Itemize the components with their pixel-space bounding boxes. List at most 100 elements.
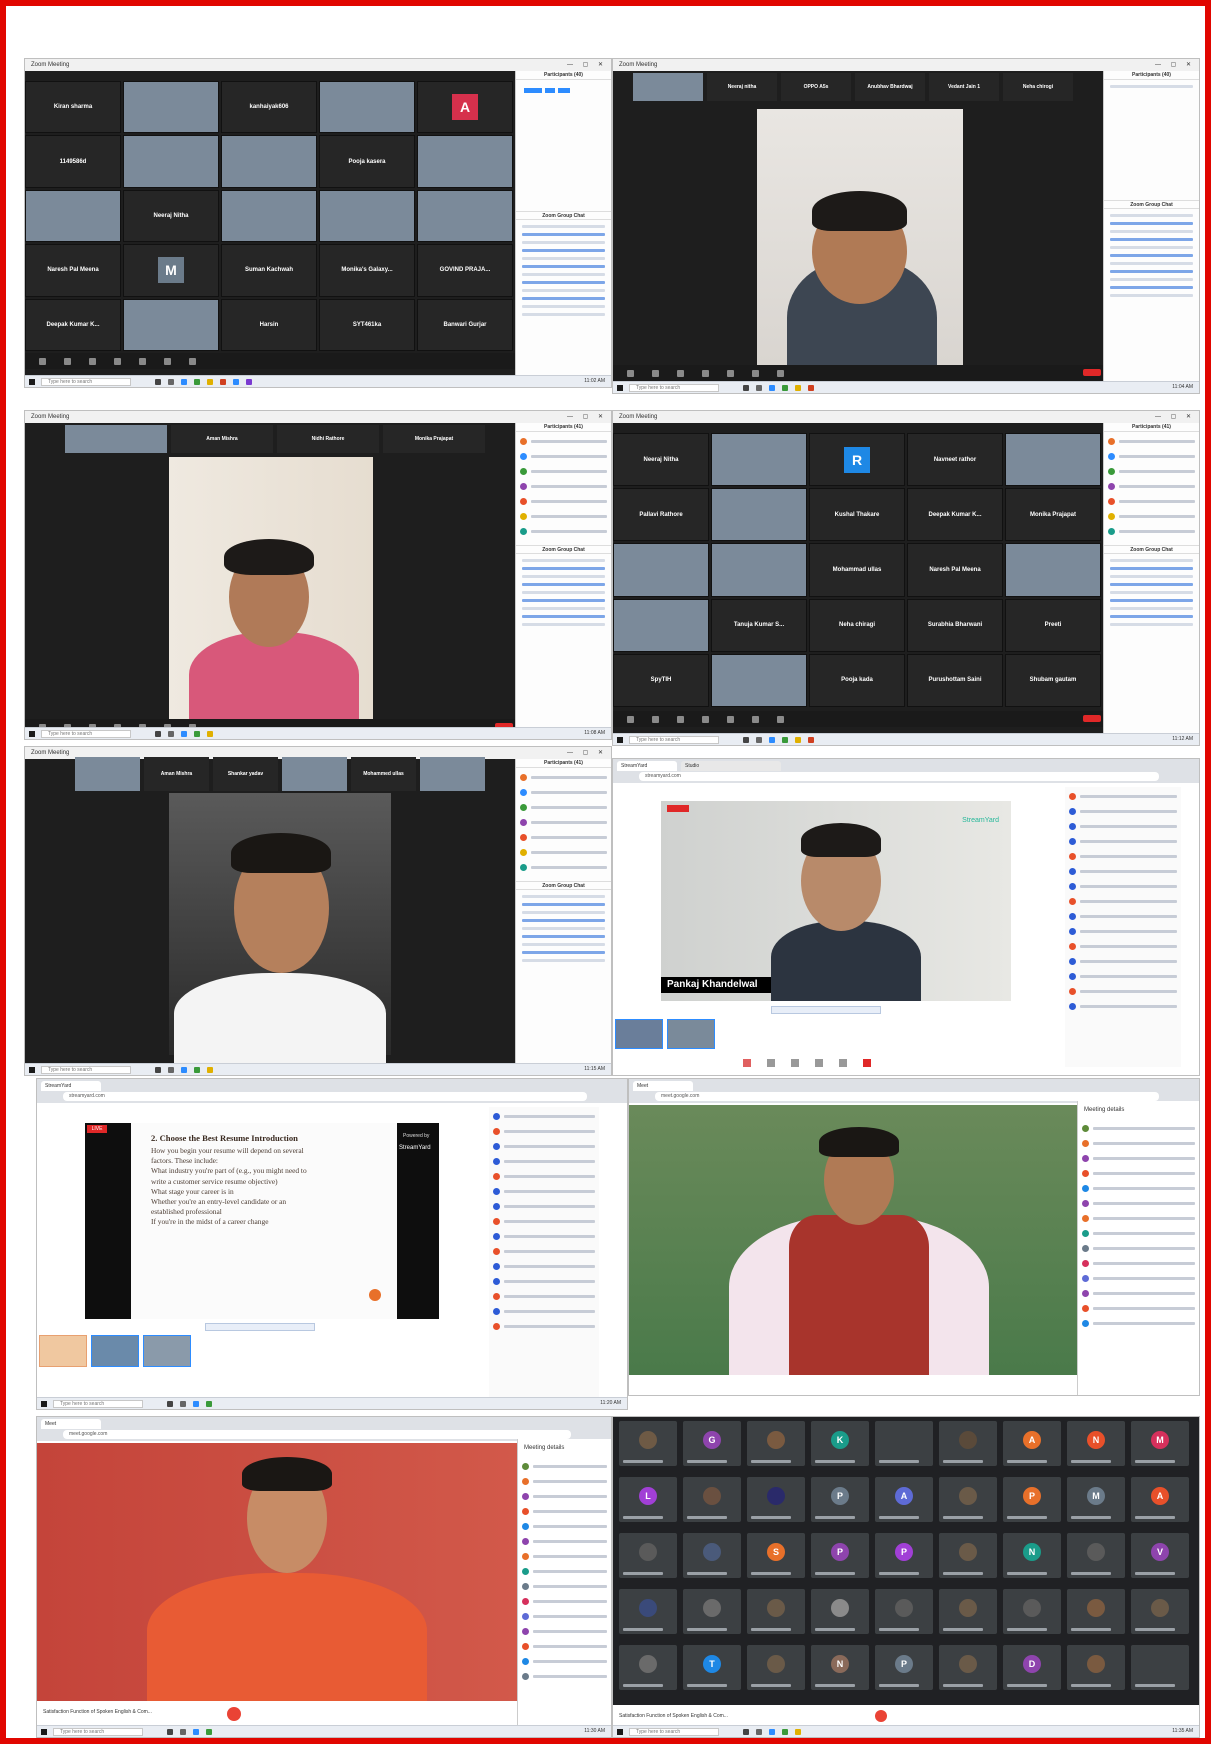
participant-video-tile[interactable] [1005, 433, 1101, 487]
meet-participant-tile[interactable] [1067, 1589, 1125, 1634]
meet-participant-tile[interactable] [1067, 1533, 1125, 1578]
taskbar-search[interactable]: Type here to search [41, 730, 131, 738]
meet-participant-tile[interactable] [939, 1421, 997, 1466]
participant-tile[interactable]: Monika Prajapat [1005, 488, 1101, 542]
strip-participant-name[interactable]: Neeraj nitha [707, 73, 777, 101]
participant-tile[interactable]: Tanuja Kumar S... [711, 598, 807, 652]
meet-participant-tile[interactable] [747, 1589, 805, 1634]
strip-participant-name[interactable]: Aman Mishra [171, 425, 273, 453]
meet-participant-tile[interactable] [747, 1477, 805, 1522]
strip-participant-name[interactable]: Aman Mishra [144, 757, 209, 791]
meet-participant-tile[interactable] [619, 1645, 677, 1690]
participant-tile[interactable]: Navneet rathor [907, 433, 1003, 487]
taskbar-search[interactable]: Type here to search [41, 378, 131, 386]
participant-tile[interactable]: Mohammad ullas [809, 543, 905, 597]
participant-tile[interactable]: Neha chiragi [809, 598, 905, 652]
participant-video-tile[interactable] [1005, 543, 1101, 597]
participant-tile[interactable]: Pooja kada [809, 653, 905, 707]
participant-tile[interactable]: Suman Kachwah [221, 244, 317, 297]
participant-tile[interactable]: M [123, 244, 219, 297]
meet-participant-tile[interactable]: P [1003, 1477, 1061, 1522]
participant-tile[interactable]: Preeti [1005, 598, 1101, 652]
taskbar-search[interactable]: Type here to search [629, 384, 719, 392]
participant-video-tile[interactable] [123, 81, 219, 134]
meet-participant-tile[interactable]: A [1003, 1421, 1061, 1466]
leave-call-button[interactable] [227, 1707, 241, 1721]
meet-participant-tile[interactable] [1003, 1589, 1061, 1634]
meet-participant-tile[interactable]: G [683, 1421, 741, 1466]
participant-tile[interactable]: Kiran sharma [25, 81, 121, 134]
meet-participant-tile[interactable] [939, 1477, 997, 1522]
participant-video-tile[interactable] [613, 598, 709, 652]
strip-participant-name[interactable]: Vedant Jain 1 [929, 73, 999, 101]
strip-participant-name[interactable]: Anubhav Bhardwaj [855, 73, 925, 101]
participant-tile[interactable]: R [809, 433, 905, 487]
meet-participant-tile[interactable]: T [683, 1645, 741, 1690]
strip-participant-name[interactable]: Monika Prajapat [383, 425, 485, 453]
meet-participant-tile[interactable] [747, 1421, 805, 1466]
strip-participant-name[interactable]: Mohammed ullas [351, 757, 416, 791]
meet-participant-tile[interactable]: L [619, 1477, 677, 1522]
participant-video-tile[interactable] [711, 543, 807, 597]
participant-video-tile[interactable] [221, 135, 317, 188]
address-bar[interactable]: meet.google.com [63, 1430, 571, 1439]
taskbar-search[interactable]: Type here to search [629, 1728, 719, 1736]
strip-participant-video[interactable] [75, 757, 140, 791]
participant-tile[interactable]: Monika's Galaxy... [319, 244, 415, 297]
participant-tile[interactable]: Neeraj Nitha [123, 189, 219, 243]
meet-participant-tile[interactable] [1131, 1589, 1189, 1634]
strip-participant-name[interactable]: Neha chirogi [1003, 73, 1073, 101]
meet-participant-tile[interactable] [683, 1477, 741, 1522]
address-bar[interactable]: meet.google.com [655, 1092, 1159, 1101]
taskbar-search[interactable]: Type here to search [629, 736, 719, 744]
meet-participant-tile[interactable]: M [1131, 1421, 1189, 1466]
participant-tile[interactable]: Shubam gautam [1005, 653, 1101, 707]
participant-tile[interactable]: Deepak Kumar K... [907, 488, 1003, 542]
meet-participant-tile[interactable]: P [811, 1533, 869, 1578]
strip-participant-name[interactable]: Shankar yadav [213, 757, 278, 791]
participant-tile[interactable]: Naresh Pal Meena [907, 543, 1003, 597]
meet-participant-tile[interactable]: N [1003, 1533, 1061, 1578]
meet-participant-tile[interactable] [683, 1533, 741, 1578]
participant-tile[interactable]: Surabhia Bharwani [907, 598, 1003, 652]
meet-participant-tile[interactable] [619, 1533, 677, 1578]
participant-tile[interactable]: SpyTIH [613, 653, 709, 707]
participant-video-tile[interactable] [319, 81, 415, 134]
participant-tile[interactable]: GOVIND PRAJA... [417, 244, 513, 297]
participant-video-tile[interactable] [25, 189, 121, 243]
strip-participant-video[interactable] [633, 73, 703, 101]
participant-tile[interactable]: 1149586d [25, 135, 121, 188]
meet-participant-tile[interactable]: N [1067, 1421, 1125, 1466]
meet-participant-tile[interactable] [939, 1533, 997, 1578]
leave-call-button[interactable] [875, 1710, 887, 1722]
participant-tile[interactable]: Kushal Thakare [809, 488, 905, 542]
taskbar-search[interactable]: Type here to search [41, 1066, 131, 1074]
taskbar-search[interactable]: Type here to search [53, 1728, 143, 1736]
meet-participant-tile[interactable]: P [811, 1477, 869, 1522]
meet-participant-tile[interactable] [619, 1421, 677, 1466]
end-meeting-button[interactable] [1083, 715, 1101, 722]
meet-participant-tile[interactable]: A [1131, 1477, 1189, 1522]
participant-tile[interactable]: SYT461ka [319, 298, 415, 351]
meet-participant-tile[interactable] [619, 1589, 677, 1634]
meet-participant-tile[interactable] [875, 1589, 933, 1634]
participant-video-tile[interactable] [711, 488, 807, 542]
participant-video-tile[interactable] [417, 189, 513, 243]
strip-participant-name[interactable]: OPPO A5s [781, 73, 851, 101]
meet-participant-tile[interactable] [683, 1589, 741, 1634]
address-bar[interactable]: streamyard.com [639, 772, 1159, 781]
meet-participant-tile[interactable] [1131, 1645, 1189, 1690]
meet-participant-tile[interactable] [939, 1645, 997, 1690]
meet-participant-tile[interactable]: D [1003, 1645, 1061, 1690]
participant-tile[interactable]: Deepak Kumar K... [25, 298, 121, 351]
meet-participant-tile[interactable]: V [1131, 1533, 1189, 1578]
participant-tile[interactable]: Purushottam Saini [907, 653, 1003, 707]
participant-video-tile[interactable] [613, 543, 709, 597]
participant-video-tile[interactable] [711, 433, 807, 487]
participant-video-tile[interactable] [123, 135, 219, 188]
meet-participant-tile[interactable]: N [811, 1645, 869, 1690]
participant-video-tile[interactable] [221, 189, 317, 243]
strip-participant-video[interactable] [282, 757, 347, 791]
strip-participant-video[interactable] [420, 757, 485, 791]
meet-participant-tile[interactable] [939, 1589, 997, 1634]
